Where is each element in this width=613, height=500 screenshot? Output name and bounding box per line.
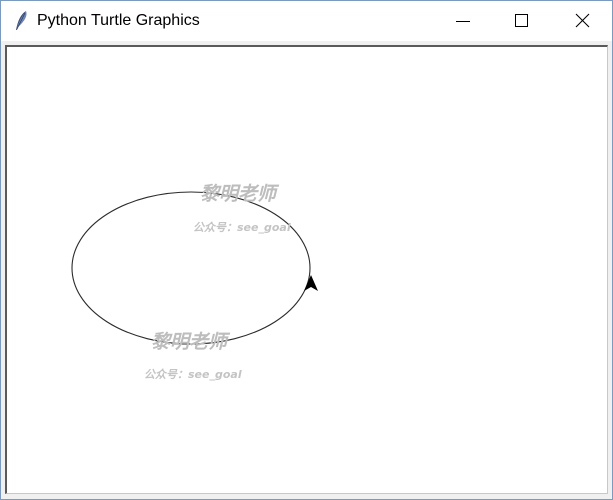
watermark-subtitle-2: 公众号：see_goal	[144, 368, 242, 381]
title-bar[interactable]: Python Turtle Graphics	[1, 1, 612, 41]
close-button[interactable]	[559, 1, 605, 41]
turtle-window: Python Turtle Graphics 黎明老师 公众号：see_goal	[0, 0, 613, 500]
canvas-drawing: 黎明老师 公众号：see_goal 黎明老师 公众号：see_goal	[71, 183, 318, 381]
feather-icon[interactable]	[13, 10, 29, 32]
turtle-arrow-icon	[304, 275, 318, 291]
window-title: Python Turtle Graphics	[37, 12, 200, 29]
watermark-title-1: 黎明老师	[200, 183, 280, 205]
drawn-ellipse	[71, 191, 311, 345]
maximize-button[interactable]	[498, 1, 544, 41]
watermark-title-2: 黎明老师	[151, 331, 231, 353]
minimize-icon	[456, 21, 470, 22]
minimize-button[interactable]	[440, 1, 486, 41]
close-icon	[575, 13, 590, 28]
turtle-canvas[interactable]: 黎明老师 公众号：see_goal 黎明老师 公众号：see_goal	[5, 45, 608, 494]
maximize-icon	[515, 14, 528, 27]
watermark-subtitle-1: 公众号：see_goal	[193, 221, 291, 234]
